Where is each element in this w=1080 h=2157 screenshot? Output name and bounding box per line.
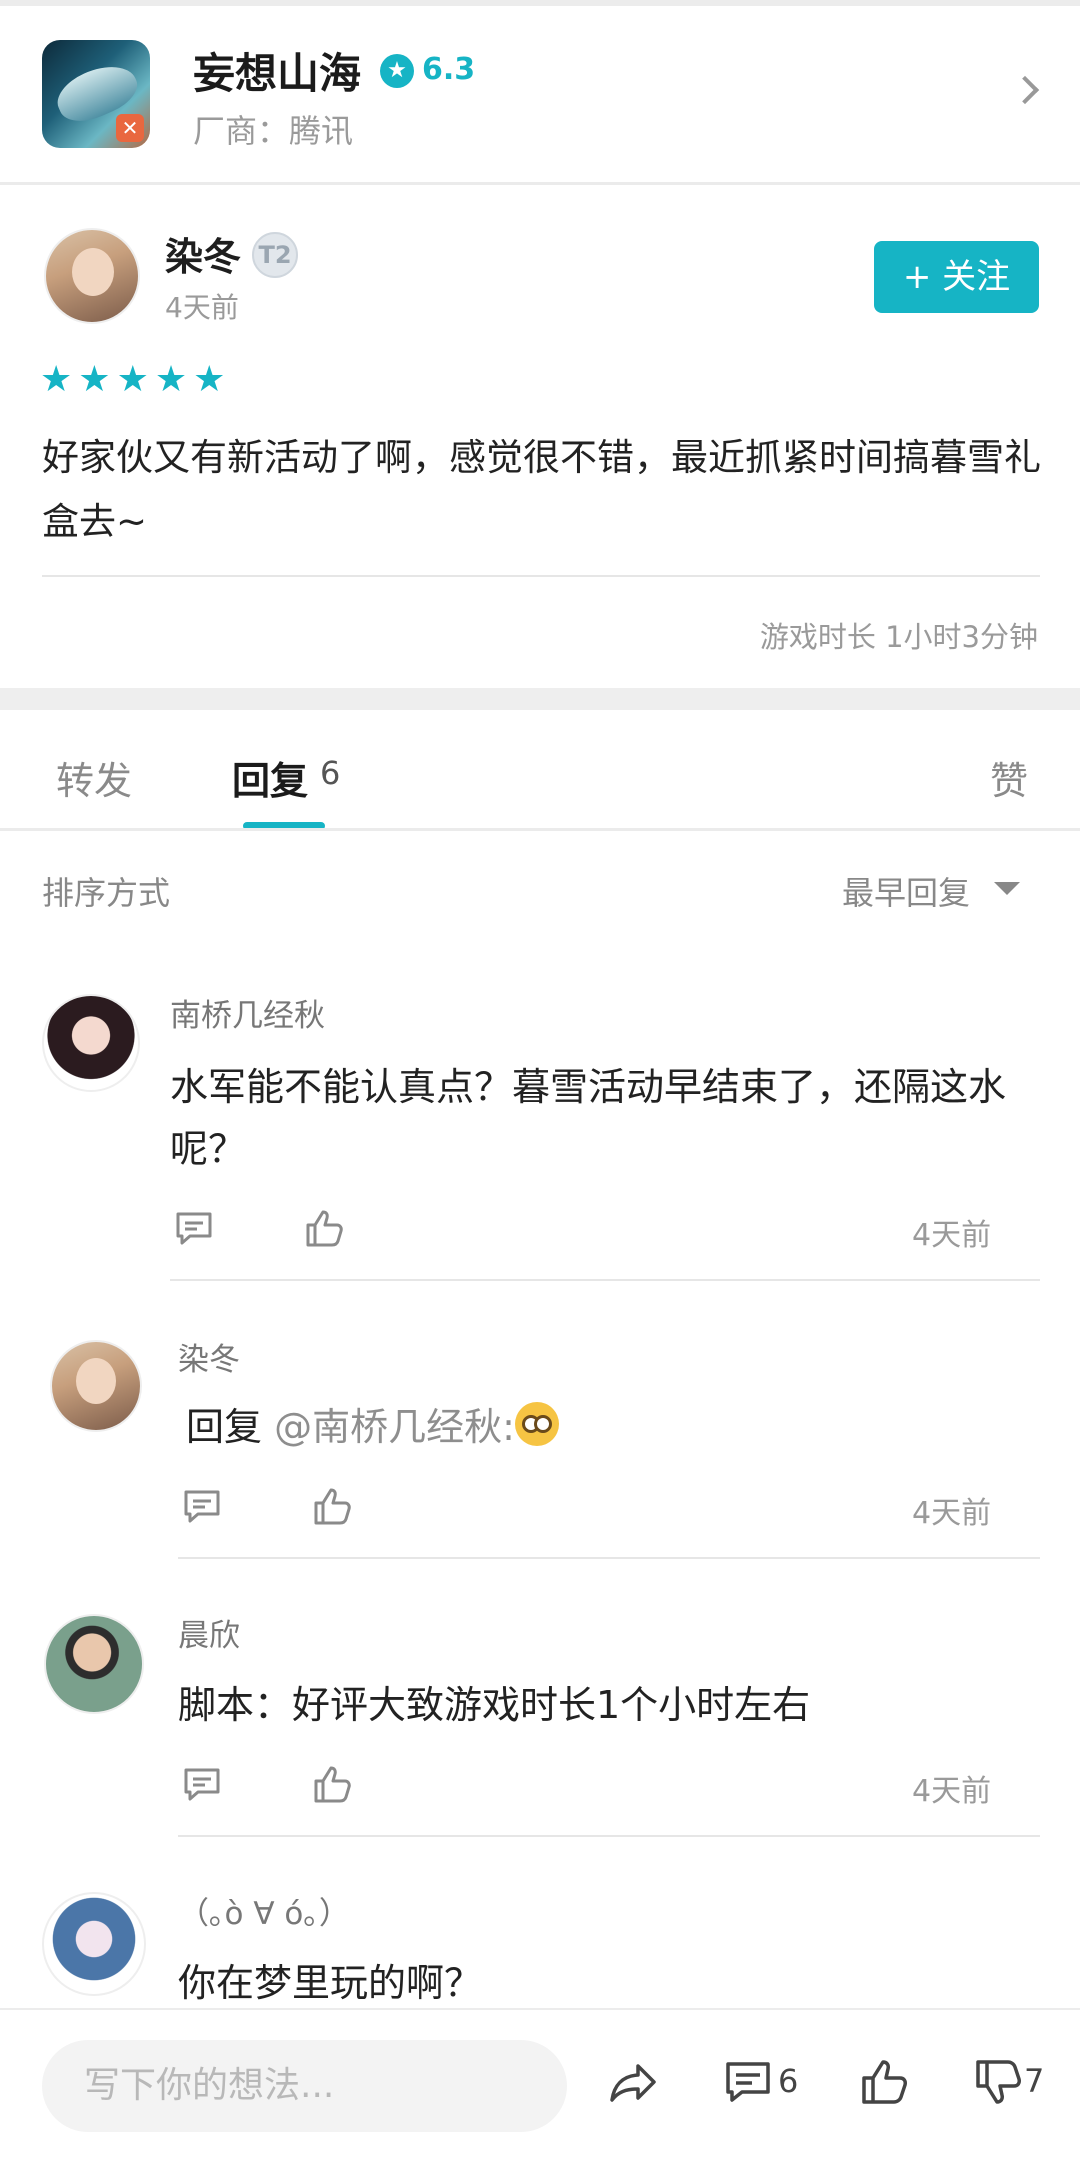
commenter-avatar[interactable] <box>42 1892 146 1996</box>
game-title: 妄想山海 <box>193 49 362 98</box>
level-badge-icon: T2 <box>252 232 298 278</box>
comment-text: 脚本：好评大致游戏时长1个小时左右 <box>178 1683 811 1727</box>
star-icon: ★ <box>78 359 111 400</box>
game-score: 6.3 <box>422 52 476 87</box>
reply-icon[interactable] <box>180 1762 224 1806</box>
thumbs-up-icon[interactable] <box>858 2056 910 2108</box>
star-icon: ★ <box>154 359 188 400</box>
mention-link[interactable]: @南桥几经秋: <box>274 1405 515 1449</box>
commenter-name[interactable]: 染冬 <box>178 1334 240 1379</box>
commenter-name[interactable]: 晨欣 <box>178 1610 240 1655</box>
review-time: 4天前 <box>165 291 239 324</box>
dislike-count: 7 <box>1024 2062 1045 2100</box>
review-text: 好家伙又有新活动了啊，感觉很不错，最近抓紧时间搞暮雪礼盒去~ <box>42 436 1041 543</box>
rating-stars: ★ ★ ★ ★ ★ <box>40 362 225 398</box>
follow-button[interactable]: + 关注 <box>874 241 1039 313</box>
comment-text: 水军能不能认真点？暮雪活动早结束了，还隔这水呢？ <box>170 1065 1007 1171</box>
commenter-avatar[interactable] <box>42 994 140 1092</box>
game-vendor: 厂商：腾讯 <box>193 112 354 150</box>
star-icon: ★ <box>193 359 226 400</box>
divider <box>42 575 1040 577</box>
like-icon[interactable] <box>310 1762 354 1806</box>
reply-icon[interactable] <box>172 1206 216 1250</box>
divider <box>170 1279 1040 1281</box>
reply-icon[interactable] <box>180 1484 224 1528</box>
star-icon: ★ <box>40 359 73 400</box>
comment-count: 6 <box>778 2062 799 2100</box>
author-avatar[interactable] <box>44 228 140 324</box>
star-badge-icon: ★ <box>380 54 414 88</box>
comment-time: 4天前 <box>912 1496 992 1531</box>
divider <box>178 1557 1040 1559</box>
divider <box>178 1835 1040 1837</box>
reply-count: 6 <box>320 754 341 792</box>
tab-reply[interactable]: 回复 <box>232 750 308 805</box>
comment-input[interactable]: 写下你的想法... <box>42 2040 567 2132</box>
caret-down-icon[interactable] <box>994 882 1020 895</box>
comment-icon[interactable] <box>722 2056 774 2108</box>
commenter-avatar[interactable] <box>44 1614 144 1714</box>
like-icon[interactable] <box>310 1484 354 1528</box>
commenter-name[interactable]: （｡ò ∀ ó｡） <box>178 1888 350 1933</box>
comment-text: 你在梦里玩的啊？ <box>178 1961 483 2005</box>
commenter-avatar[interactable] <box>50 1340 142 1432</box>
star-icon: ★ <box>116 359 149 400</box>
tencent-badge-icon: ✕ <box>116 114 144 142</box>
sort-dropdown[interactable]: 最早回复 <box>842 868 970 914</box>
section-separator <box>0 688 1080 710</box>
divider <box>0 828 1080 831</box>
playtime: 游戏时长 1小时3分钟 <box>759 620 1038 654</box>
author-name[interactable]: 染冬 <box>165 226 241 281</box>
reply-prefix: 回复 <box>186 1405 263 1449</box>
comment-time: 4天前 <box>912 1218 992 1253</box>
comment-time: 4天前 <box>912 1774 992 1809</box>
chevron-right-icon[interactable] <box>1010 75 1040 105</box>
thumbs-down-icon[interactable] <box>972 2056 1024 2108</box>
sort-label: 排序方式 <box>42 874 171 912</box>
flushed-emoji-icon <box>514 1402 559 1446</box>
game-app-icon[interactable]: ✕ <box>42 40 150 148</box>
like-icon[interactable] <box>302 1206 346 1250</box>
commenter-name[interactable]: 南桥几经秋 <box>170 990 325 1035</box>
tab-forward[interactable]: 转发 <box>56 750 132 805</box>
game-header[interactable]: ✕ 妄想山海 ★ 6.3 厂商：腾讯 <box>0 6 1080 182</box>
tab-like[interactable]: 赞 <box>990 750 1028 805</box>
divider <box>0 182 1080 185</box>
share-icon[interactable] <box>608 2056 660 2108</box>
comment-text: 回复 @南桥几经秋: <box>186 1396 1036 1458</box>
bottom-action-bar: 写下你的想法... 6 7 <box>0 2008 1080 2157</box>
